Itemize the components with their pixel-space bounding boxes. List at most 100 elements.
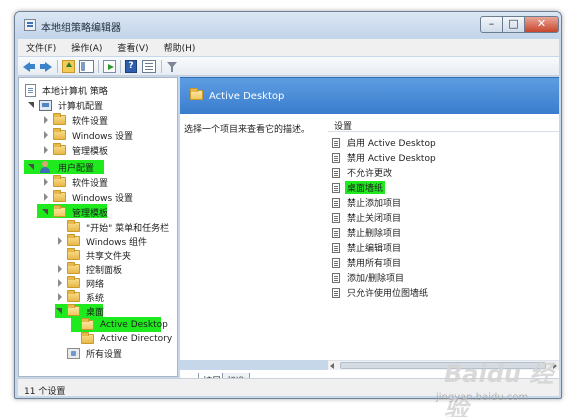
toolbar-separator [57,60,58,73]
setting-item[interactable]: 只允许使用位图墙纸 [332,286,430,299]
filter-icon[interactable] [167,60,178,73]
watermark-logo: Baidu 经验 [444,360,554,417]
policy-setting-icon [332,227,340,238]
collapsed-arrow-icon[interactable] [41,145,51,155]
collapsed-arrow-icon[interactable] [55,264,65,274]
status-text: 11 个设置 [24,387,66,397]
description-panel: 选择一个项目来查看它的描述。 [180,114,328,360]
open-folder-icon [67,304,80,316]
collapsed-arrow-icon[interactable] [55,236,65,246]
export-list-icon[interactable] [103,60,116,73]
tree-item-user-admin[interactable]: 管理模板 [41,205,110,219]
setting-item[interactable]: 禁用所有项目 [332,256,403,269]
tree-item-computer-config[interactable]: 计算机配置 [27,98,105,112]
menu-file[interactable]: 文件(F) [18,41,63,54]
collapsed-arrow-icon[interactable] [41,192,51,202]
tree-item-network[interactable]: 网络 [55,276,106,290]
folder-icon [67,220,80,232]
setting-item[interactable]: 禁止编辑项目 [332,241,403,254]
tree-item-user-software[interactable]: 软件设置 [41,175,110,189]
tree-label: 管理模板 [72,146,109,157]
help-icon[interactable]: ? [125,60,137,73]
policy-setting-icon [332,287,340,298]
folder-icon [53,128,66,140]
tree-item-active-directory[interactable]: Active Directory [69,332,174,346]
description-prompt: 选择一个项目来查看它的描述。 [184,125,311,135]
tree-item-user-config[interactable]: 用户配置 [27,160,96,174]
title-bar[interactable]: 本地组策略编辑器 – □ ✕ [15,12,561,38]
content-header-title: Active Desktop [209,91,285,102]
settings-column-header[interactable]: 设置 [328,114,559,132]
collapsed-arrow-icon[interactable] [41,115,51,125]
open-folder-icon [81,318,94,330]
setting-label: 禁用 Active Desktop [347,154,436,164]
tree-label: Windows 组件 [86,237,148,248]
setting-item[interactable]: 禁止删除项目 [332,226,403,239]
tree-item-computer-windows[interactable]: Windows 设置 [41,128,135,142]
tree-item-shared-folders[interactable]: 共享文件夹 [55,248,133,262]
back-arrow-icon[interactable] [23,60,36,73]
menu-action[interactable]: 操作(A) [63,41,109,54]
tree-item-all-settings[interactable]: 所有设置 [55,346,124,360]
tree-label: 网络 [86,279,105,290]
collapsed-arrow-icon[interactable] [41,177,51,187]
setting-item[interactable]: 添加/删除项目 [332,271,406,284]
folder-icon [53,143,66,155]
folder-icon [67,290,80,302]
tree-label: 管理模板 [72,208,109,219]
setting-label: 不允许更改 [347,169,393,179]
forward-arrow-icon[interactable] [39,60,52,73]
tree-item-system[interactable]: 系统 [55,290,106,304]
folder-icon [67,276,80,288]
tree-item-computer-admin[interactable]: 管理模板 [41,143,110,157]
setting-item[interactable]: 不允许更改 [332,166,394,179]
tree-label: 共享文件夹 [86,251,132,262]
up-folder-icon[interactable] [62,60,75,73]
menu-help[interactable]: 帮助(H) [156,41,203,54]
folder-icon [67,248,80,260]
setting-item[interactable]: 禁止关闭项目 [332,211,403,224]
folder-icon [67,262,80,274]
menu-view[interactable]: 查看(V) [109,41,155,54]
tree-item-root[interactable]: 本地计算机 策略 [23,83,110,97]
close-button[interactable]: ✕ [524,16,559,33]
scroll-left-icon[interactable] [330,363,334,369]
tree-label: 控制面板 [86,265,123,276]
toolbar: ? [18,57,559,76]
folder-icon [67,234,80,246]
collapsed-arrow-icon[interactable] [55,278,65,288]
folder-icon [53,190,66,202]
gpedit-app-icon [24,19,36,31]
tree-label: "开始" 菜单和任务栏 [86,223,170,234]
tree-label: Windows 设置 [72,193,134,204]
tree-item-control-panel[interactable]: 控制面板 [55,262,124,276]
expanded-arrow-icon[interactable] [41,207,51,217]
tree-item-windows-components[interactable]: Windows 组件 [55,234,149,248]
tree-item-desktop[interactable]: 桌面 [55,304,106,318]
tree-item-user-windows[interactable]: Windows 设置 [41,190,135,204]
setting-item[interactable]: 启用 Active Desktop [332,136,438,149]
tree-item-start-menu[interactable]: "开始" 菜单和任务栏 [55,220,171,234]
expanded-arrow-icon[interactable] [27,100,37,110]
setting-item[interactable]: 禁止添加项目 [332,196,403,209]
collapsed-arrow-icon[interactable] [41,130,51,140]
tree-label: 软件设置 [72,116,109,127]
view-icon[interactable] [142,60,156,73]
policy-setting-icon [332,182,340,193]
setting-item-wallpaper[interactable]: 桌面墙纸 [332,181,386,194]
policy-setting-icon [332,167,340,178]
all-settings-icon [67,347,80,359]
tree-label: 软件设置 [72,178,109,189]
maximize-button[interactable]: □ [502,16,525,33]
minimize-button[interactable]: – [480,16,503,33]
tree-label: 用户配置 [58,163,95,174]
setting-label: 禁止添加项目 [347,199,402,209]
show-tree-icon[interactable] [79,60,94,73]
tree-item-computer-software[interactable]: 软件设置 [41,113,110,127]
expanded-arrow-icon[interactable] [27,162,37,172]
setting-item[interactable]: 禁用 Active Desktop [332,151,438,164]
tree-item-active-desktop[interactable]: Active Desktop [69,318,170,332]
expanded-arrow-icon[interactable] [55,306,65,316]
collapsed-arrow-icon[interactable] [55,292,65,302]
